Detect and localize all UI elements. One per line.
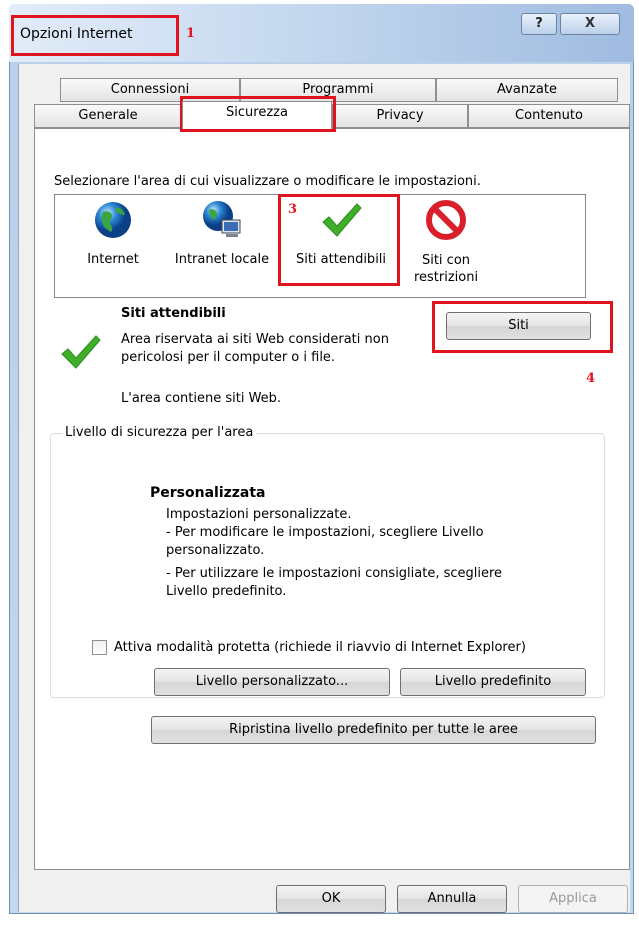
zone-label: Internet <box>87 252 139 267</box>
level-desc-line: - Per utilizzare le impostazioni consigl… <box>166 566 503 581</box>
tab-avanzate[interactable]: Avanzate <box>436 78 618 102</box>
globe-icon <box>91 198 135 242</box>
selected-zone-desc-1: Area riservata ai siti Web considerati n… <box>121 332 389 347</box>
protected-mode-checkbox[interactable] <box>92 640 107 655</box>
default-level-button[interactable]: Livello predefinito <box>400 668 586 696</box>
selected-zone-desc-2: pericolosi per il computer o i file. <box>121 350 336 365</box>
level-desc-line: personalizzato. <box>166 543 265 558</box>
annotation-box-1 <box>11 15 179 56</box>
zone-contains-text: L'area contiene siti Web. <box>121 391 282 406</box>
ok-button[interactable]: OK <box>276 885 386 913</box>
zone-intranet[interactable]: Intranet locale <box>168 198 276 267</box>
tab-contenuto[interactable]: Contenuto <box>468 104 630 128</box>
protected-mode-label: Attiva modalità protetta (richiede il ri… <box>114 640 526 655</box>
no-entry-icon <box>424 198 468 242</box>
apply-button[interactable]: Applica <box>518 885 628 913</box>
level-desc-line: Livello predefinito. <box>166 584 287 599</box>
tab-generale[interactable]: Generale <box>34 104 182 128</box>
zone-instruction: Selezionare l'area di cui visualizzare o… <box>54 174 481 189</box>
tab-privacy[interactable]: Privacy <box>332 104 468 128</box>
reset-all-zones-button[interactable]: Ripristina livello predefinito per tutte… <box>151 716 596 744</box>
selected-zone-check-icon <box>58 330 102 378</box>
tab-sicurezza[interactable]: Sicurezza <box>182 101 332 129</box>
cancel-button[interactable]: Annulla <box>397 885 507 913</box>
annotation-number-3: 3 <box>288 202 298 217</box>
level-desc-line: - Per modificare le impostazioni, scegli… <box>166 525 484 540</box>
globe-network-icon <box>200 198 244 242</box>
zone-internet[interactable]: Internet <box>74 198 152 267</box>
close-button[interactable]: X <box>560 13 620 35</box>
selected-zone-title: Siti attendibili <box>121 306 226 321</box>
annotation-number-4: 4 <box>586 371 596 386</box>
annotation-box-4 <box>432 301 613 353</box>
zone-restricted-sites[interactable]: Siti con restrizioni <box>408 198 484 286</box>
level-title: Personalizzata <box>150 485 266 501</box>
level-desc-line: Impostazioni personalizzate. <box>166 507 352 522</box>
annotation-number-1: 1 <box>186 26 196 41</box>
security-level-group-label: Livello di sicurezza per l'area <box>62 425 257 440</box>
zone-label: Intranet locale <box>174 252 270 267</box>
zone-label-line2: restrizioni <box>413 270 479 285</box>
custom-level-button[interactable]: Livello personalizzato... <box>154 668 390 696</box>
zone-label: Siti con <box>421 253 471 268</box>
help-button[interactable]: ? <box>521 13 557 35</box>
